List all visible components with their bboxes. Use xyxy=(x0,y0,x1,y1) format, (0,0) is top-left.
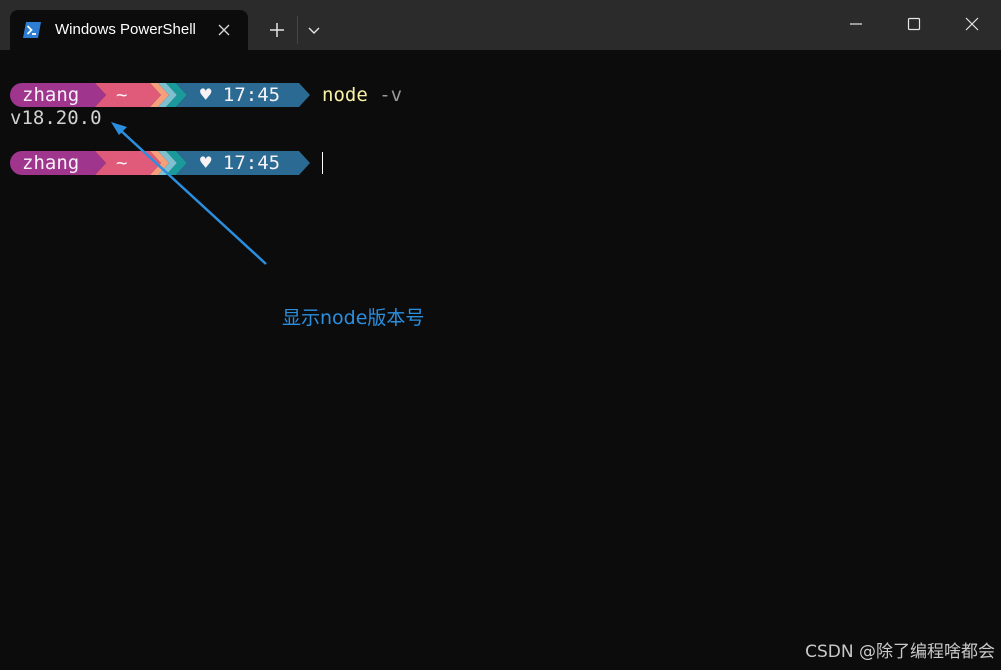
new-tab-icon[interactable] xyxy=(266,19,288,41)
terminal-window: Windows PowerShell zhang ~ ♥ 17:45 node … xyxy=(0,0,1001,670)
terminal-content[interactable]: zhang ~ ♥ 17:45 node -v v18.20.0 zhang ~… xyxy=(0,50,1001,670)
powershell-icon xyxy=(23,21,41,39)
annotation-label: 显示node版本号 xyxy=(282,307,425,329)
annotation-arrow xyxy=(111,122,267,265)
watermark: CSDN @除了编程啥都会 xyxy=(805,642,995,662)
tab-separator xyxy=(297,16,298,44)
chevron-down-icon[interactable] xyxy=(303,20,325,42)
close-tab-icon[interactable] xyxy=(214,20,234,40)
title-bar: Windows PowerShell xyxy=(0,0,1001,50)
minimize-icon[interactable] xyxy=(827,0,885,48)
tab-title: Windows PowerShell xyxy=(55,21,196,38)
close-icon[interactable] xyxy=(943,0,1001,48)
maximize-icon[interactable] xyxy=(885,0,943,48)
tab-windows-powershell[interactable]: Windows PowerShell xyxy=(10,10,248,50)
